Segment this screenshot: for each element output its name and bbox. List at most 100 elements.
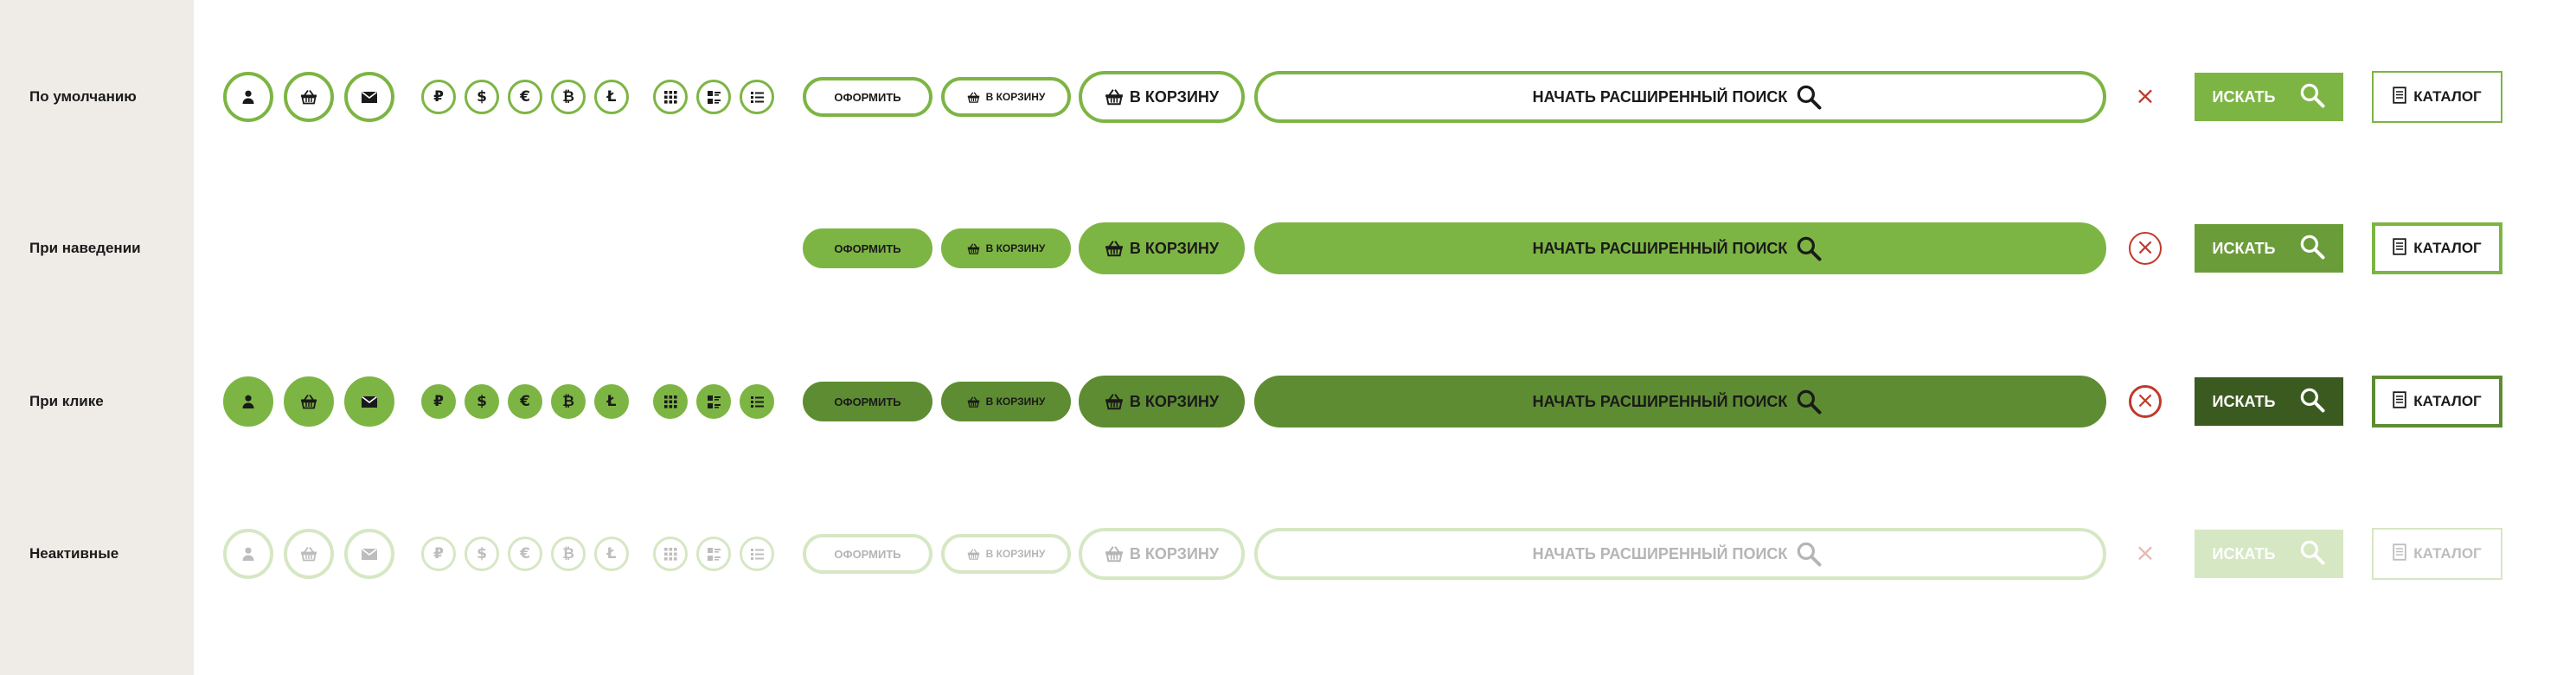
mail-icon xyxy=(361,91,378,104)
to-cart-small-button: В КОРЗИНУ xyxy=(941,534,1071,574)
currency-button[interactable]: ₿ xyxy=(551,384,586,419)
currency-button: ₿ xyxy=(551,537,586,571)
row-label: При клике xyxy=(29,393,104,409)
user-circle-button[interactable] xyxy=(223,72,273,122)
currency-button[interactable]: Ł xyxy=(594,80,629,114)
advanced-search-label: НАЧАТЬ РАСШИРЕННЫЙ ПОИСК xyxy=(1532,239,1788,257)
list-view-button xyxy=(740,537,774,571)
mail-circle-button[interactable] xyxy=(344,376,394,427)
grid-view-button xyxy=(653,537,688,571)
mail-circle-button xyxy=(344,529,394,579)
to-cart-large-button[interactable]: В КОРЗИНУ xyxy=(1079,222,1245,274)
tile-list-view-icon xyxy=(707,395,721,409)
advanced-search-button[interactable]: НАЧАТЬ РАСШИРЕННЫЙ ПОИСК xyxy=(1254,376,2106,428)
to-cart-label: В КОРЗИНУ xyxy=(1129,392,1220,410)
search-label: ИСКАТЬ xyxy=(2212,239,2276,257)
to-cart-large-button[interactable]: В КОРЗИНУ xyxy=(1079,376,1245,428)
document-icon xyxy=(2393,86,2406,108)
to-cart-large-button[interactable]: В КОРЗИНУ xyxy=(1079,71,1245,123)
tile-list-view-button[interactable] xyxy=(696,384,731,419)
checkout-button[interactable]: ОФОРМИТЬ xyxy=(803,77,932,117)
close-button[interactable]: × xyxy=(2129,232,2162,265)
grid-view-icon xyxy=(663,395,678,409)
close-icon: × xyxy=(2136,235,2155,260)
user-circle-button xyxy=(223,529,273,579)
close-icon: × xyxy=(2135,538,2156,567)
search-button: ИСКАТЬ xyxy=(2195,530,2343,578)
to-cart-large-button: В КОРЗИНУ xyxy=(1079,528,1245,580)
tile-list-view-button xyxy=(696,537,731,571)
advanced-search-button[interactable]: НАЧАТЬ РАСШИРЕННЫЙ ПОИСК xyxy=(1254,71,2106,123)
currency-button[interactable]: ₽ xyxy=(421,384,456,419)
advanced-search-button[interactable]: НАЧАТЬ РАСШИРЕННЫЙ ПОИСК xyxy=(1254,222,2106,274)
to-cart-label: В КОРЗИНУ xyxy=(1129,544,1220,562)
currency-button[interactable]: Ł xyxy=(594,384,629,419)
checkout-label: ОФОРМИТЬ xyxy=(834,241,901,255)
catalog-button[interactable]: КАТАЛОГ xyxy=(2372,376,2502,428)
checkout-button[interactable]: ОФОРМИТЬ xyxy=(803,228,932,268)
advanced-search-label: НАЧАТЬ РАСШИРЕННЫЙ ПОИСК xyxy=(1532,544,1788,562)
basket-icon xyxy=(300,394,317,409)
catalog-button[interactable]: КАТАЛОГ xyxy=(2372,222,2502,274)
basket-circle-button xyxy=(284,529,334,579)
currency-button: $ xyxy=(465,537,499,571)
to-cart-small-button[interactable]: В КОРЗИНУ xyxy=(941,382,1071,421)
checkout-button[interactable]: ОФОРМИТЬ xyxy=(803,382,932,421)
basket-circle-button[interactable] xyxy=(284,376,334,427)
cart-icon xyxy=(967,548,980,561)
close-button[interactable]: × xyxy=(2129,385,2162,418)
search-icon xyxy=(2299,539,2325,569)
list-view-icon xyxy=(750,547,765,562)
currency-button[interactable]: $ xyxy=(465,384,499,419)
search-button[interactable]: ИСКАТЬ xyxy=(2195,73,2343,121)
list-view-icon xyxy=(750,395,765,409)
catalog-label: КАТАЛОГ xyxy=(2413,393,2482,409)
mail-icon xyxy=(361,548,378,561)
to-cart-label: В КОРЗИНУ xyxy=(985,395,1046,408)
row-label: Неактивные xyxy=(29,545,119,562)
currency-button[interactable]: $ xyxy=(465,80,499,114)
to-cart-small-button[interactable]: В КОРЗИНУ xyxy=(941,228,1071,268)
tile-list-view-button[interactable] xyxy=(696,80,731,114)
currency-button[interactable]: € xyxy=(508,80,542,114)
checkout-label: ОФОРМИТЬ xyxy=(834,547,901,561)
to-cart-label: В КОРЗИНУ xyxy=(985,91,1046,103)
catalog-label: КАТАЛОГ xyxy=(2413,545,2482,562)
grid-view-button[interactable] xyxy=(653,80,688,114)
currency-symbol: € xyxy=(520,392,530,410)
to-cart-label: В КОРЗИНУ xyxy=(1129,87,1220,106)
search-button[interactable]: ИСКАТЬ xyxy=(2195,377,2343,426)
search-icon xyxy=(1796,84,1822,110)
currency-button[interactable]: ₿ xyxy=(551,80,586,114)
basket-icon xyxy=(300,89,317,105)
mail-circle-button[interactable] xyxy=(344,72,394,122)
close-button[interactable]: × xyxy=(2129,80,2162,113)
user-icon xyxy=(240,546,256,562)
list-view-button[interactable] xyxy=(740,80,774,114)
cart-icon xyxy=(1105,87,1124,106)
currency-symbol: Ł xyxy=(606,87,617,106)
currency-symbol: ₽ xyxy=(433,392,444,410)
checkout-button: ОФОРМИТЬ xyxy=(803,534,932,574)
search-button[interactable]: ИСКАТЬ xyxy=(2195,224,2343,273)
user-circle-button[interactable] xyxy=(223,376,273,427)
close-icon: × xyxy=(2135,81,2156,110)
currency-symbol: $ xyxy=(477,544,487,562)
currency-symbol: ₽ xyxy=(433,544,444,562)
search-icon xyxy=(1796,235,1822,261)
catalog-button[interactable]: КАТАЛОГ xyxy=(2372,71,2502,123)
currency-button: ₽ xyxy=(421,537,456,571)
basket-circle-button[interactable] xyxy=(284,72,334,122)
currency-symbol: $ xyxy=(477,392,487,410)
close-button: × xyxy=(2129,537,2162,570)
currency-button[interactable]: € xyxy=(508,384,542,419)
grid-view-button[interactable] xyxy=(653,384,688,419)
list-view-button[interactable] xyxy=(740,384,774,419)
to-cart-small-button[interactable]: В КОРЗИНУ xyxy=(941,77,1071,117)
currency-button[interactable]: ₽ xyxy=(421,80,456,114)
checkout-label: ОФОРМИТЬ xyxy=(834,90,901,104)
grid-view-icon xyxy=(663,547,678,562)
cart-icon xyxy=(1105,239,1124,258)
search-label: ИСКАТЬ xyxy=(2212,544,2276,562)
to-cart-label: В КОРЗИНУ xyxy=(985,242,1046,254)
